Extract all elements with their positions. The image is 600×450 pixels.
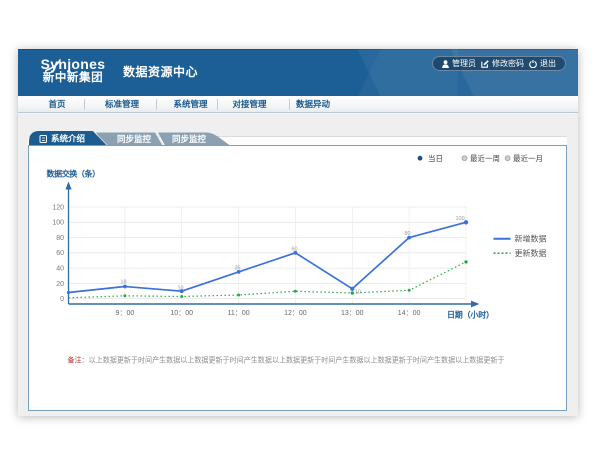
svg-text:12：00: 12：00 <box>284 310 307 317</box>
svg-text:同步监控: 同步监控 <box>117 134 152 144</box>
svg-text:60: 60 <box>292 246 298 252</box>
svg-text:10：00: 10：00 <box>170 310 193 317</box>
svg-text:日期（小时）: 日期（小时） <box>447 310 494 320</box>
svg-text:14：00: 14：00 <box>398 310 421 317</box>
svg-text:9：00: 9：00 <box>116 310 135 317</box>
svg-text:13：00: 13：00 <box>341 310 364 317</box>
svg-text:80: 80 <box>405 231 411 237</box>
svg-text:18: 18 <box>121 280 127 286</box>
svg-text:更新数据: 更新数据 <box>515 248 547 258</box>
svg-text:最近一周: 最近一周 <box>470 153 500 163</box>
svg-text:60: 60 <box>56 250 64 257</box>
svg-text:10: 10 <box>355 290 361 296</box>
svg-text:100: 100 <box>456 216 465 222</box>
svg-text:系统介绍: 系统介绍 <box>51 133 86 143</box>
svg-text:新增数据: 新增数据 <box>515 234 547 244</box>
svg-text:0: 0 <box>60 296 64 303</box>
svg-text:40: 40 <box>56 266 64 273</box>
svg-text:备注：以上数据更新于时间产生数据以上数据更新于时间产生数据以: 备注：以上数据更新于时间产生数据以上数据更新于时间产生数据以上数据更新于时间产生… <box>68 354 505 364</box>
svg-text:20: 20 <box>56 281 64 288</box>
svg-text:35: 35 <box>235 265 241 271</box>
svg-text:120: 120 <box>52 204 64 211</box>
svg-text:当日: 当日 <box>428 153 443 163</box>
svg-text:数据交换（条）: 数据交换（条） <box>47 168 100 178</box>
svg-text:同步监控: 同步监控 <box>172 134 207 144</box>
svg-text:最近一月: 最近一月 <box>513 153 543 163</box>
svg-text:100: 100 <box>52 220 64 227</box>
svg-text:11：00: 11：00 <box>228 310 250 317</box>
svg-text:10: 10 <box>178 285 184 291</box>
svg-text:80: 80 <box>56 235 64 242</box>
